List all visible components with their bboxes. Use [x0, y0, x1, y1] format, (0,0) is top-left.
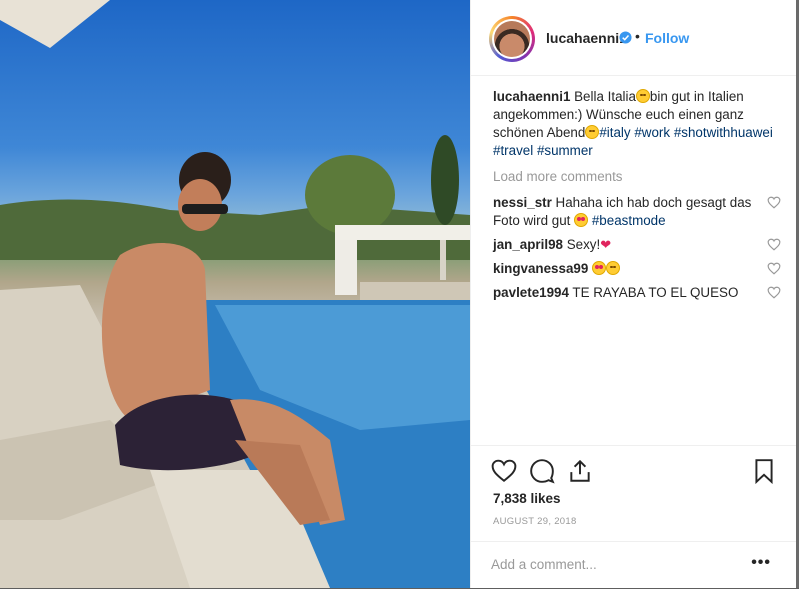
comment-username[interactable]: kingvanessa99	[493, 261, 588, 276]
avatar[interactable]	[489, 16, 535, 62]
comment-text: TE RAYABA TO EL QUESO	[568, 285, 739, 300]
hashtag-link[interactable]: #italy	[599, 125, 630, 140]
smiling-face-emoji	[585, 125, 600, 139]
comment-item: pavlete1994 TE RAYABA TO EL QUESO	[493, 284, 781, 302]
hashtag-link[interactable]: #summer	[537, 143, 593, 158]
header-separator: •	[635, 28, 640, 44]
blush-emoji	[606, 261, 621, 275]
avatar-image	[494, 21, 530, 57]
comments-section: lucahaenni1 Bella Italia bin gut in Itali…	[493, 88, 781, 308]
umbrella-shape	[0, 0, 110, 48]
hashtag-link[interactable]: #beastmode	[592, 213, 666, 228]
comment-item: jan_april98 Sexy!❤	[493, 236, 781, 254]
comment-item: nessi_str Hahaha ich hab doch gesagt das…	[493, 194, 781, 230]
comment-like-heart-icon[interactable]	[767, 286, 781, 299]
heart-icon[interactable]	[491, 458, 517, 484]
verified-badge-icon	[619, 31, 632, 44]
instagram-post-modal: lucahaenni1 • Follow lucahaenni1 Bella I…	[0, 0, 799, 588]
post-photo[interactable]	[0, 0, 470, 588]
comment-like-heart-icon[interactable]	[767, 238, 781, 251]
post-caption: lucahaenni1 Bella Italia bin gut in Itali…	[493, 88, 779, 160]
comment-item: kingvanessa99	[493, 260, 781, 278]
avatar-frame	[492, 19, 532, 59]
hashtag-link[interactable]: #shotwithhuawei	[674, 125, 773, 140]
share-icon[interactable]	[567, 458, 593, 484]
bookmark-icon[interactable]	[751, 458, 777, 484]
comment-username[interactable]: nessi_str	[493, 195, 552, 210]
author-username[interactable]: lucahaenni1	[546, 30, 627, 46]
comment-text: Sexy!	[562, 237, 601, 252]
load-more-comments-button[interactable]: Load more comments	[493, 168, 779, 186]
hashtag-link[interactable]: #work	[634, 125, 670, 140]
post-header: lucahaenni1 • Follow	[471, 0, 797, 76]
more-options-button[interactable]: •••	[751, 554, 771, 572]
smiling-face-emoji	[635, 89, 650, 103]
post-actions-area: 7,838 likes AUGUST 29, 2018 •••	[471, 445, 797, 588]
comment-like-heart-icon[interactable]	[767, 196, 781, 209]
follow-button[interactable]: Follow	[645, 30, 689, 46]
red-heart-emoji: ❤	[600, 237, 612, 252]
heart-eyes-emoji	[574, 213, 589, 227]
comment-username[interactable]: pavlete1994	[493, 285, 569, 300]
caption-username[interactable]: lucahaenni1	[493, 89, 570, 104]
comment-like-heart-icon[interactable]	[767, 262, 781, 275]
comment-username[interactable]: jan_april98	[493, 237, 563, 252]
post-side-panel: lucahaenni1 • Follow lucahaenni1 Bella I…	[470, 0, 797, 588]
likes-count[interactable]: 7,838 likes	[493, 491, 561, 506]
comment-icon[interactable]	[529, 458, 555, 484]
hashtag-link[interactable]: #travel	[493, 143, 533, 158]
post-date[interactable]: AUGUST 29, 2018	[493, 516, 577, 527]
heart-eyes-emoji	[592, 261, 607, 275]
add-comment-bar: •••	[471, 541, 797, 589]
caption-text-1: Bella Italia	[570, 89, 636, 104]
pool-scene-illustration	[0, 0, 470, 588]
add-comment-input[interactable]	[491, 554, 741, 574]
